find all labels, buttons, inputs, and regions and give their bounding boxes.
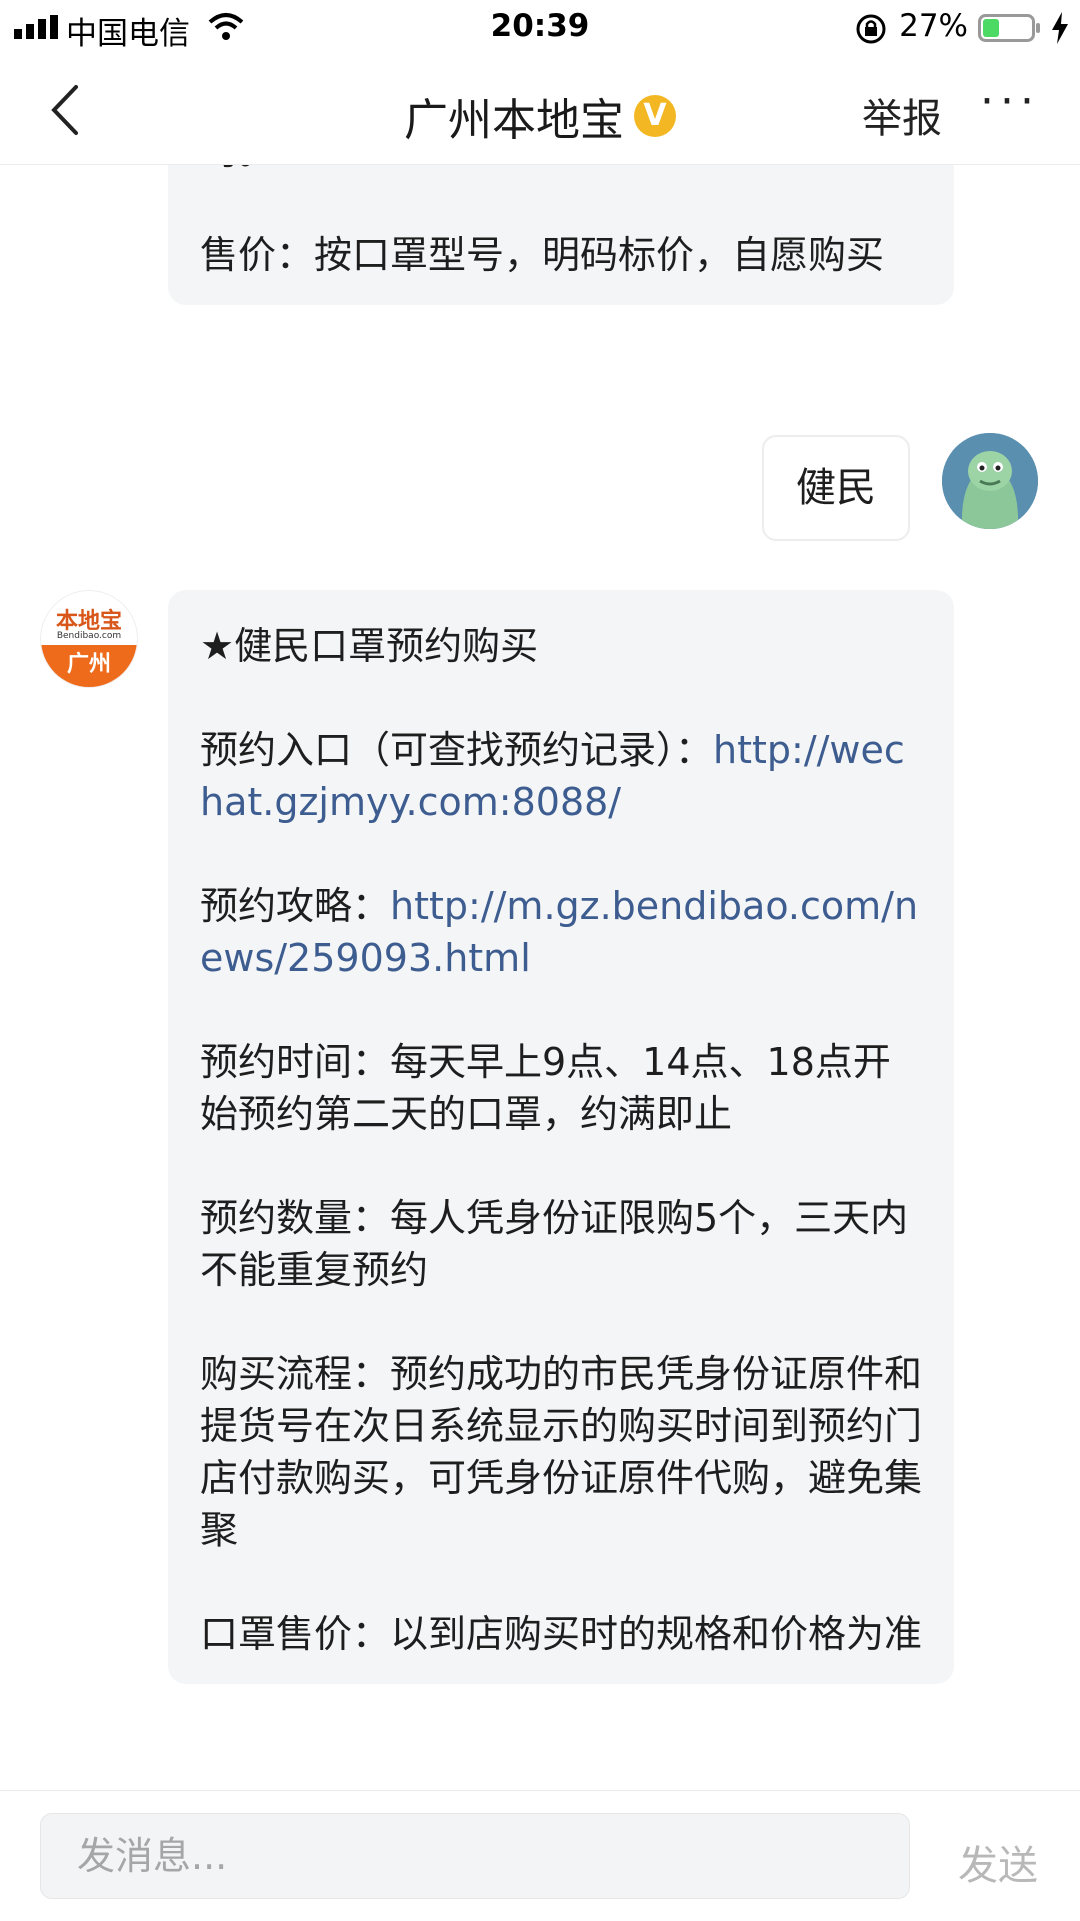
nav-bar: 广州本地宝 V 举报 ··· [0,56,1080,165]
user-avatar[interactable] [942,433,1038,529]
status-bar: 中国电信 20:39 27% [0,0,1080,56]
message-input[interactable]: 发消息... [40,1813,910,1899]
message-heading: ★健民口罩预约购买 [200,624,539,668]
message-paragraph: 预约入口（可查找预约记录）：http://wechat.gzjmyy.com:8… [200,724,922,828]
guide-label: 预约攻略： [200,884,391,928]
message-paragraph: 约。 [200,165,922,177]
bendibao-avatar[interactable]: 本地宝 Bendibao.com 广州 [40,590,138,688]
user-message-bubble: 健民 [762,435,910,541]
verified-badge-icon: V [634,95,676,137]
chat-area[interactable]: 约。 售价：按口罩型号，明码标价，自愿购买 健民 本地宝 Bendibao.co… [0,165,1080,1790]
charging-icon [1052,12,1068,44]
message-paragraph: 预约攻略：http://m.gz.bendibao.com/news/25909… [200,880,922,984]
avatar-logo-city: 广州 [41,645,137,687]
message-paragraph: 购买流程：预约成功的市民凭身份证原件和提货号在次日系统显示的购买时间到预约门店付… [200,1352,923,1552]
account-name: 广州本地宝 [404,95,624,146]
more-options-icon[interactable]: ··· [980,76,1040,127]
orientation-lock-icon [856,14,886,44]
message-paragraph: 预约数量：每人凭身份证限购5个，三天内不能重复预约 [200,1196,909,1292]
composer-bar: 发消息... 发送 [0,1790,1080,1921]
entry-label: 预约入口（可查找预约记录）： [200,728,714,772]
user-avatar-icon [942,433,1038,529]
send-button[interactable]: 发送 [958,1833,1038,1891]
report-button[interactable]: 举报 [862,86,942,144]
bot-message-bubble: ★健民口罩预约购买 预约入口（可查找预约记录）：http://wechat.gz… [168,590,954,1684]
message-paragraph: 售价：按口罩型号，明码标价，自愿购买 [200,233,885,277]
message-bubble-previous: 约。 售价：按口罩型号，明码标价，自愿购买 [168,165,954,305]
battery-icon [978,14,1040,42]
message-paragraph: 口罩售价：以到店购买时的规格和价格为准 [200,1612,923,1656]
avatar-logo-domain: Bendibao.com [56,631,122,641]
battery-percent: 27% [899,8,968,44]
message-paragraph: 预约时间：每天早上9点、14点、18点开始预约第二天的口罩，约满即止 [200,1040,891,1136]
